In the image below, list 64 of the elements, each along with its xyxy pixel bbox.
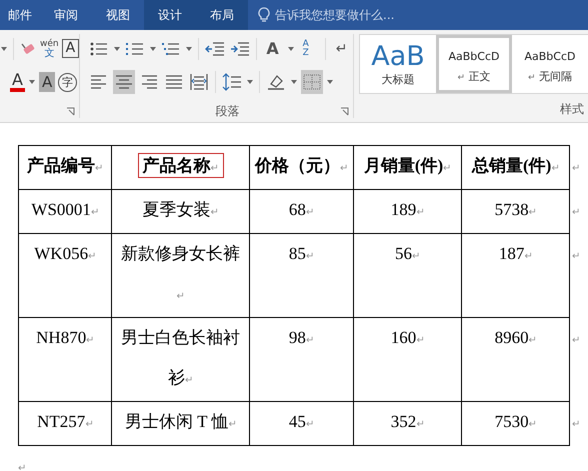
dialog-launcher-icon[interactable]	[66, 107, 76, 116]
column-header: 月销量(件)↵	[364, 156, 452, 175]
lightbulb-icon	[258, 7, 270, 23]
ribbon-tab[interactable]: 布局	[196, 0, 248, 30]
table-cell-text: NH870↵	[36, 328, 94, 347]
table-cell-text: 85↵	[288, 244, 314, 263]
style-item[interactable]: AaBbCcD ↵ 正文	[436, 35, 512, 93]
table-cell-text: 新款修身女长裤 ↵	[121, 244, 240, 303]
dialog-launcher-icon[interactable]	[340, 107, 349, 116]
group-label: 样式	[560, 100, 584, 118]
sort-button[interactable]: AZ	[298, 36, 320, 61]
column-header: 价格（元）↵	[254, 156, 348, 175]
table-cell-text: 187↵	[498, 244, 532, 263]
table-cell-text: 男士白色长袖衬衫↵	[121, 328, 240, 387]
ribbon-tab[interactable]: 邮件	[0, 0, 40, 30]
caret-icon[interactable]	[150, 46, 156, 51]
table-cell-text: 45↵	[288, 412, 314, 431]
caret-icon[interactable]	[246, 80, 253, 84]
column-header: 产品编号↵	[27, 156, 104, 175]
caret-icon[interactable]	[290, 80, 297, 84]
paragraph-mark: ↵	[572, 162, 580, 174]
table-cell-text: 352↵	[390, 412, 424, 431]
table-cell-text: 68↵	[288, 200, 314, 219]
caret-icon[interactable]	[1, 46, 7, 51]
style-item[interactable]: AaBbCcD ↵ 无间隔	[512, 35, 588, 93]
paragraph-mark: ↵	[572, 250, 580, 262]
style-item[interactable]: AaB 大标题	[360, 35, 436, 93]
paragraph-mark: ↵	[572, 334, 580, 346]
table-cell-text: 160↵	[390, 328, 424, 347]
paragraph-mark: ↵	[572, 206, 580, 218]
table-cell-text: 98↵	[288, 328, 314, 347]
ribbon-tab[interactable]: 视图	[92, 0, 144, 30]
paragraph-mark: ↵	[18, 463, 26, 471]
table-cell-text: 男士休闲 T 恤↵	[124, 412, 236, 431]
font-color-button[interactable]: A	[10, 72, 25, 92]
ribbon-tab[interactable]: 审阅	[40, 0, 92, 30]
borders-button[interactable]	[300, 70, 323, 94]
paragraph-mark: ↵	[572, 418, 580, 430]
table-cell-text: 7530↵	[494, 412, 537, 431]
table-cell-text: NT257↵	[37, 412, 94, 431]
table-cell-text: 56↵	[395, 244, 420, 263]
table-cell-text: 5738↵	[494, 200, 537, 219]
ribbon-tab[interactable]: 设计	[144, 0, 196, 30]
caret-icon[interactable]	[288, 46, 294, 51]
asian-layout-button[interactable]: A	[262, 36, 284, 61]
table-cell-text: 189↵	[390, 200, 424, 219]
enclose-character-button[interactable]: 字	[58, 72, 78, 92]
caret-icon[interactable]	[114, 46, 120, 51]
align-center-button[interactable]	[112, 70, 135, 94]
caret-icon[interactable]	[28, 80, 35, 84]
marks-button[interactable]: ↵	[330, 36, 353, 61]
table-cell-text: WS0001↵	[31, 200, 99, 219]
table-cell-text: WK056↵	[34, 244, 96, 263]
character-shading-button[interactable]: A	[38, 72, 56, 92]
group-label: 段落	[216, 103, 240, 120]
column-header: 产品名称↵	[138, 153, 224, 178]
column-header: 总销量(件)↵	[472, 156, 560, 175]
tell-me-field[interactable]: 告诉我您想要做什么...	[275, 8, 515, 22]
enclose-border-button[interactable]: A	[62, 39, 80, 58]
caret-icon[interactable]	[186, 46, 192, 51]
table-cell-text: 8960↵	[494, 328, 537, 347]
phonetic-guide-button[interactable]: wén 文	[40, 40, 59, 58]
table-cell-text: 夏季女装↵	[142, 200, 219, 219]
caret-icon[interactable]	[326, 80, 333, 84]
